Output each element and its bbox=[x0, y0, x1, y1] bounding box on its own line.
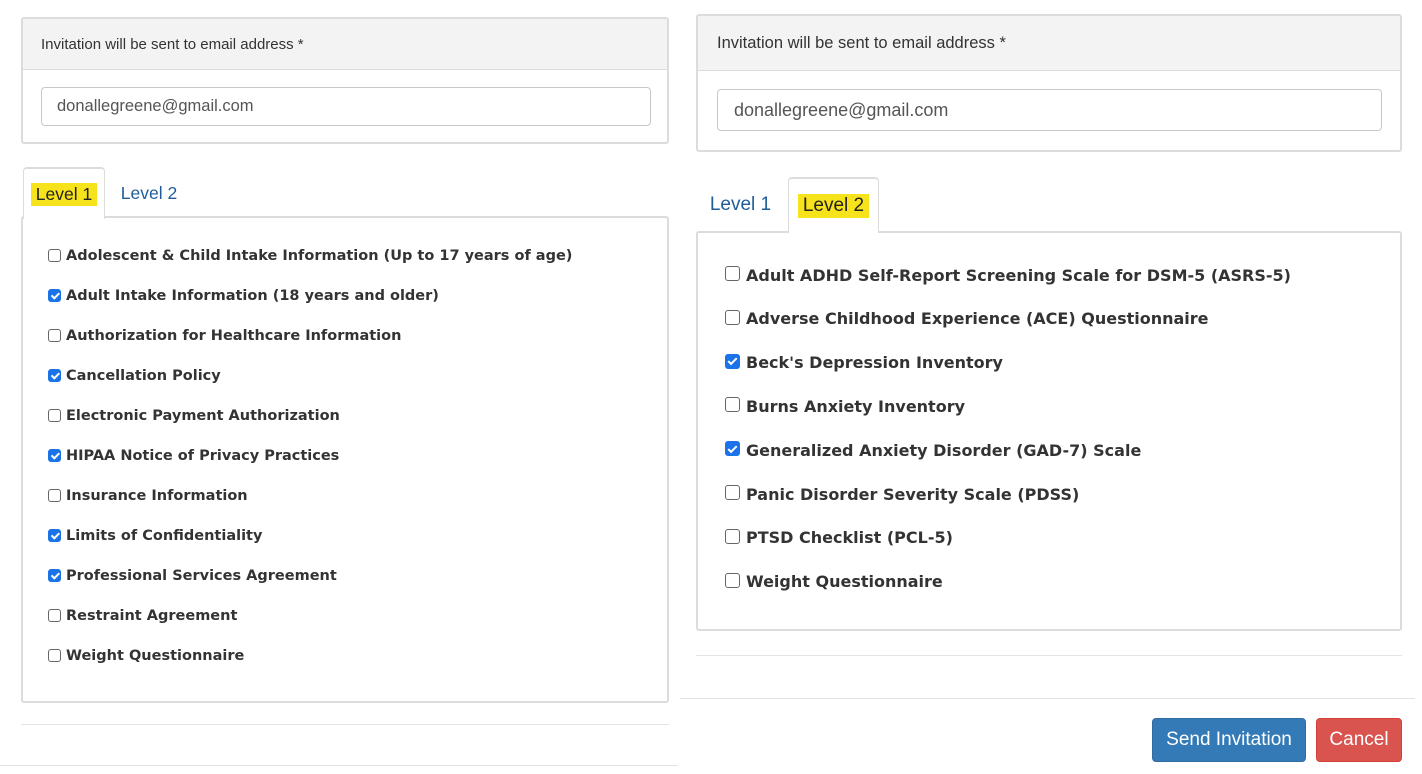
left-form-label: Electronic Payment Authorization bbox=[66, 408, 340, 424]
left-email-panel: Invitation will be sent to email address… bbox=[21, 17, 669, 144]
left-form-label: Authorization for Healthcare Information bbox=[66, 328, 402, 344]
left-tab-level-1[interactable]: Level 1 bbox=[23, 167, 105, 219]
cancel-label: Cancel bbox=[1329, 729, 1389, 750]
left-form-checkbox[interactable] bbox=[48, 528, 61, 542]
right-tab-level-1-label: Level 1 bbox=[709, 194, 772, 215]
left-form-item[interactable]: Professional Services Agreement bbox=[48, 564, 337, 588]
left-email-label: Invitation will be sent to email address… bbox=[41, 35, 304, 53]
right-email-value: donallegreene@gmail.com bbox=[734, 99, 949, 120]
right-form-checkbox[interactable] bbox=[725, 309, 740, 325]
cancel-button[interactable]: Cancel bbox=[1316, 718, 1402, 762]
left-form-item[interactable]: Adult Intake Information (18 years and o… bbox=[48, 284, 439, 308]
left-form-checkbox[interactable] bbox=[48, 568, 61, 582]
left-form-label: Adult Intake Information (18 years and o… bbox=[66, 288, 439, 304]
left-form-item[interactable]: Cancellation Policy bbox=[48, 364, 221, 388]
left-form-label: Professional Services Agreement bbox=[66, 568, 337, 584]
left-form-checkbox[interactable] bbox=[48, 488, 61, 502]
right-form-checkbox[interactable] bbox=[725, 353, 740, 369]
left-form-label: Insurance Information bbox=[66, 488, 248, 504]
right-email-field[interactable]: donallegreene@gmail.com bbox=[717, 89, 1382, 131]
right-form-label: PTSD Checklist (PCL-5) bbox=[746, 528, 953, 548]
send-invitation-button[interactable]: Send Invitation bbox=[1152, 718, 1306, 762]
right-form-label: Burns Anxiety Inventory bbox=[746, 396, 966, 416]
right-form-item[interactable]: Burns Anxiety Inventory bbox=[725, 393, 965, 419]
left-tab-level-2[interactable]: Level 2 bbox=[108, 167, 190, 219]
left-form-checkbox[interactable] bbox=[48, 448, 61, 462]
left-form-label: Limits of Confidentiality bbox=[66, 528, 263, 544]
footer-divider bbox=[680, 698, 1415, 699]
right-form-label: Adverse Childhood Experience (ACE) Quest… bbox=[746, 309, 1209, 329]
right-tab-level-2-label: Level 2 bbox=[797, 194, 870, 218]
right-tab-level-2[interactable]: Level 2 bbox=[788, 177, 879, 233]
right-form-label: Beck's Depression Inventory bbox=[746, 353, 1003, 373]
left-bottom-divider bbox=[0, 765, 678, 766]
left-tab-level-2-label: Level 2 bbox=[120, 182, 178, 203]
left-form-checkbox[interactable] bbox=[48, 608, 61, 622]
right-form-checkbox[interactable] bbox=[725, 266, 740, 281]
left-email-value: donallegreene@gmail.com bbox=[57, 97, 254, 115]
left-form-checkbox[interactable] bbox=[48, 648, 61, 662]
left-form-item[interactable]: Restraint Agreement bbox=[48, 604, 237, 628]
left-tab-level-1-label: Level 1 bbox=[30, 182, 98, 206]
send-invitation-label: Send Invitation bbox=[1166, 729, 1292, 750]
right-form-item[interactable]: Panic Disorder Severity Scale (PDSS) bbox=[725, 481, 1079, 507]
right-form-item[interactable]: Adverse Childhood Experience (ACE) Quest… bbox=[725, 306, 1209, 332]
right-form-checkbox[interactable] bbox=[725, 441, 740, 457]
right-form-label: Generalized Anxiety Disorder (GAD-7) Sca… bbox=[746, 440, 1142, 460]
right-panel-shadow bbox=[696, 655, 1402, 656]
right-form-label: Adult ADHD Self-Report Screening Scale f… bbox=[746, 265, 1291, 285]
left-form-item[interactable]: Limits of Confidentiality bbox=[48, 524, 262, 548]
left-email-header: Invitation will be sent to email address… bbox=[23, 19, 667, 70]
right-form-checkbox[interactable] bbox=[725, 528, 740, 544]
right-form-item[interactable]: Adult ADHD Self-Report Screening Scale f… bbox=[725, 262, 1291, 288]
right-form-item[interactable]: PTSD Checklist (PCL-5) bbox=[725, 525, 953, 551]
left-panel-shadow bbox=[21, 724, 669, 725]
right-form-item[interactable]: Weight Questionnaire bbox=[725, 569, 943, 595]
left-form-checkbox[interactable] bbox=[48, 248, 61, 262]
right-form-item[interactable]: Beck's Depression Inventory bbox=[725, 350, 1003, 376]
left-form-checkbox[interactable] bbox=[48, 288, 61, 302]
right-form-checkbox[interactable] bbox=[725, 397, 740, 413]
left-form-label: Restraint Agreement bbox=[66, 608, 238, 624]
left-email-field[interactable]: donallegreene@gmail.com bbox=[41, 87, 651, 126]
left-form-item[interactable]: Weight Questionnaire bbox=[48, 644, 244, 668]
left-form-checkbox[interactable] bbox=[48, 368, 61, 382]
right-form-label: Panic Disorder Severity Scale (PDSS) bbox=[746, 484, 1080, 504]
right-form-checkbox[interactable] bbox=[725, 485, 740, 500]
left-form-item[interactable]: Authorization for Healthcare Information bbox=[48, 324, 401, 348]
left-form-item[interactable]: Adolescent & Child Intake Information (U… bbox=[48, 244, 572, 268]
left-form-label: Adolescent & Child Intake Information (U… bbox=[66, 248, 573, 264]
left-form-label: Weight Questionnaire bbox=[66, 648, 245, 664]
left-form-checkbox[interactable] bbox=[48, 408, 61, 422]
left-form-label: Cancellation Policy bbox=[66, 368, 221, 384]
left-form-item[interactable]: Insurance Information bbox=[48, 484, 248, 508]
right-form-checkbox[interactable] bbox=[725, 572, 740, 588]
right-email-label: Invitation will be sent to email address… bbox=[717, 33, 1006, 52]
left-form-item[interactable]: HIPAA Notice of Privacy Practices bbox=[48, 444, 339, 468]
right-email-panel: Invitation will be sent to email address… bbox=[696, 14, 1402, 152]
right-tab-level-1[interactable]: Level 1 bbox=[698, 178, 783, 232]
right-email-header: Invitation will be sent to email address… bbox=[698, 16, 1400, 71]
left-form-item[interactable]: Electronic Payment Authorization bbox=[48, 404, 340, 428]
right-form-label: Weight Questionnaire bbox=[746, 572, 943, 592]
left-form-label: HIPAA Notice of Privacy Practices bbox=[66, 448, 340, 464]
left-form-checkbox[interactable] bbox=[48, 328, 61, 342]
right-form-item[interactable]: Generalized Anxiety Disorder (GAD-7) Sca… bbox=[725, 437, 1141, 463]
